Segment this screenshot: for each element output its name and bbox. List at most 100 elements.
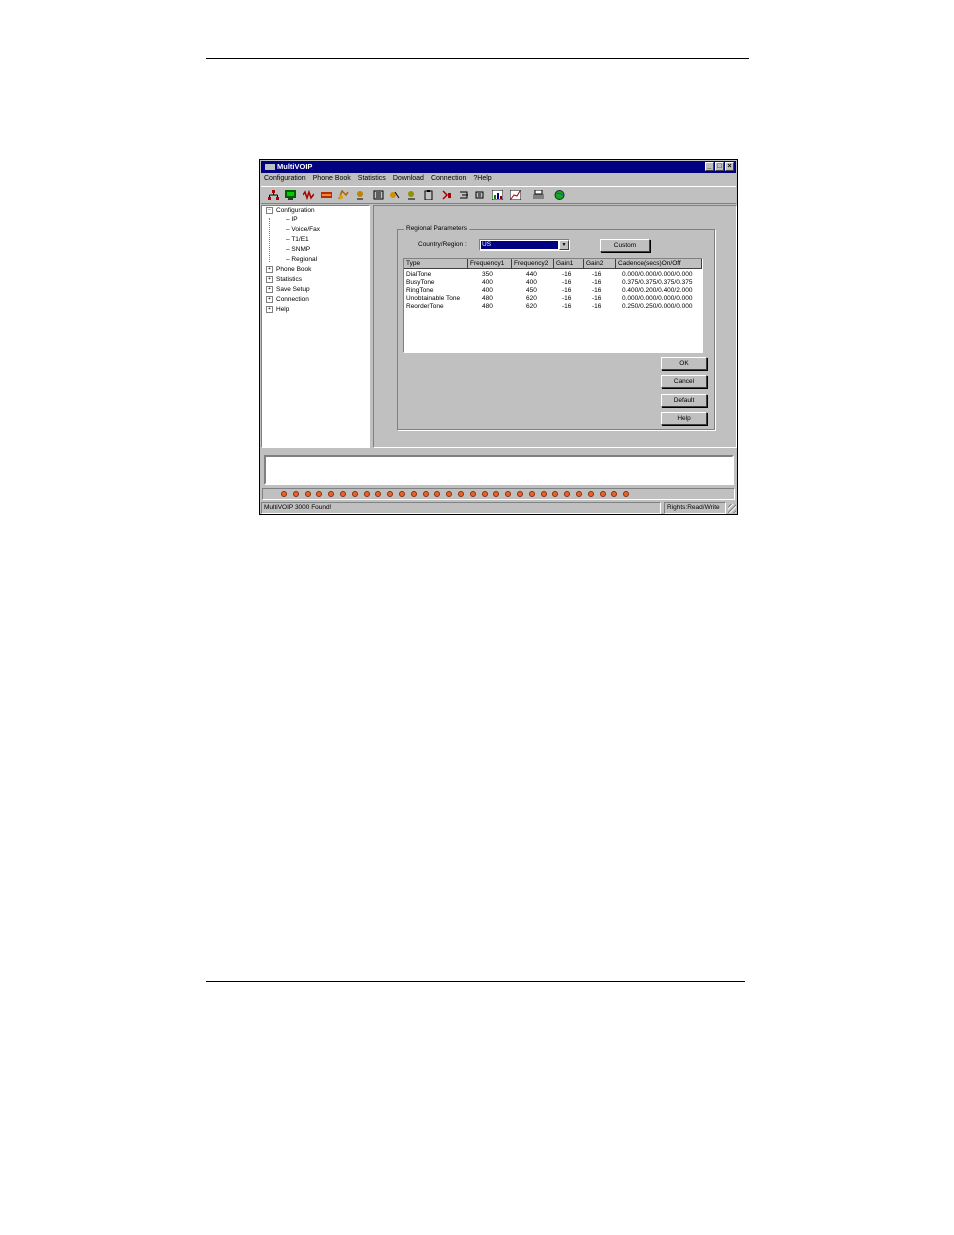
close-button[interactable]: × bbox=[725, 162, 734, 171]
expand-icon[interactable]: + bbox=[266, 275, 273, 283]
led-indicator bbox=[304, 491, 311, 497]
group-label: Regional Parameters bbox=[404, 225, 470, 232]
collapse-icon[interactable]: − bbox=[266, 206, 273, 214]
country-region-label: Country/Region : bbox=[418, 241, 467, 248]
menu-help[interactable]: ?Help bbox=[473, 175, 491, 185]
download-icon[interactable] bbox=[441, 190, 452, 200]
menu-download[interactable]: Download bbox=[393, 175, 424, 185]
tree-node-help[interactable]: + Help bbox=[266, 305, 289, 314]
led-indicator bbox=[505, 491, 512, 497]
led-indicator bbox=[292, 491, 299, 497]
menu-bar: Configuration Phone Book Statistics Down… bbox=[264, 175, 492, 185]
tree-item-t1-e1[interactable]: – T1/E1 bbox=[286, 235, 309, 244]
led-indicator bbox=[528, 491, 535, 497]
graph-icon[interactable] bbox=[510, 190, 521, 200]
waveform-icon[interactable] bbox=[303, 190, 314, 200]
phonebook-icon[interactable] bbox=[355, 190, 366, 200]
tree-label: Configuration bbox=[276, 207, 315, 214]
led-indicator bbox=[564, 491, 571, 497]
table-row[interactable]: Unobtainable Tone 480 620 -16 -16 0.000/… bbox=[404, 295, 702, 303]
menu-configuration[interactable]: Configuration bbox=[264, 175, 306, 185]
led-indicator bbox=[611, 491, 618, 497]
led-indicator bbox=[434, 491, 441, 497]
help-button[interactable]: Help bbox=[661, 412, 707, 425]
column-header[interactable]: Gain1 bbox=[554, 259, 584, 269]
tree-item-voice-fax[interactable]: – Voice/Fax bbox=[286, 225, 320, 234]
tree-node-save-setup[interactable]: + Save Setup bbox=[266, 285, 310, 294]
tree-node-configuration[interactable]: − Configuration bbox=[266, 206, 315, 215]
tree-node-phone-book[interactable]: + Phone Book bbox=[266, 265, 311, 274]
led-indicator bbox=[599, 491, 606, 497]
led-indicator bbox=[422, 491, 429, 497]
led-indicator bbox=[576, 491, 582, 497]
tree-connector bbox=[269, 218, 270, 262]
globe-icon[interactable] bbox=[554, 190, 565, 200]
status-bar: MultiVOIP 3000 Found! Rights:Read/Write bbox=[261, 502, 736, 514]
tree-node-statistics[interactable]: + Statistics bbox=[266, 275, 302, 284]
default-button[interactable]: Default bbox=[661, 394, 707, 407]
connect-icon[interactable] bbox=[458, 190, 469, 200]
custom-button[interactable]: Custom bbox=[600, 239, 650, 252]
regional-parameters-group: Regional Parameters Country/Region : US … bbox=[397, 225, 715, 430]
ok-button[interactable]: OK bbox=[661, 357, 707, 370]
country-region-select[interactable]: US ▼ bbox=[479, 239, 570, 251]
tone-table: Type Frequency1 Frequency2 Gain1 Gain2 C… bbox=[403, 258, 703, 353]
expand-icon[interactable]: + bbox=[266, 305, 273, 313]
upload-icon[interactable] bbox=[474, 190, 485, 200]
maximize-button[interactable]: □ bbox=[715, 162, 724, 171]
led-indicator bbox=[375, 491, 382, 497]
led-indicator bbox=[469, 491, 476, 497]
table-row[interactable]: ReorderTone 480 620 -16 -16 0.250/0.250/… bbox=[404, 303, 702, 311]
tree-item-snmp[interactable]: – SNMP bbox=[286, 245, 310, 254]
expand-icon[interactable]: + bbox=[266, 285, 273, 293]
app-icon bbox=[265, 164, 275, 171]
led-indicator bbox=[340, 491, 346, 497]
led-indicator bbox=[316, 491, 323, 497]
title-bar: MultiVOIP _ □ × bbox=[261, 161, 736, 173]
tree-item-ip[interactable]: – IP bbox=[286, 215, 298, 224]
chevron-down-icon[interactable]: ▼ bbox=[559, 240, 569, 250]
status-rights: Rights:Read/Write bbox=[664, 502, 726, 514]
led-indicator bbox=[351, 491, 358, 497]
led-indicator bbox=[623, 491, 630, 497]
navigation-tree: − Configuration – IP – Voice/Fax – T1/E1 … bbox=[261, 205, 370, 448]
t1-icon[interactable] bbox=[321, 190, 332, 200]
multivoip-window: MultiVOIP _ □ × Configuration Phone Book… bbox=[259, 159, 738, 515]
column-header[interactable]: Type bbox=[404, 259, 468, 269]
minimize-button[interactable]: _ bbox=[705, 162, 714, 171]
save-icon[interactable] bbox=[406, 190, 417, 200]
network-icon[interactable] bbox=[268, 190, 279, 200]
menu-phone-book[interactable]: Phone Book bbox=[313, 175, 351, 185]
expand-icon[interactable]: + bbox=[266, 265, 273, 273]
clipboard-icon[interactable] bbox=[423, 190, 434, 200]
monitor-icon[interactable] bbox=[285, 190, 296, 200]
cancel-button[interactable]: Cancel bbox=[661, 375, 707, 388]
expand-icon[interactable]: + bbox=[266, 295, 273, 303]
led-indicator bbox=[540, 491, 547, 497]
menu-statistics[interactable]: Statistics bbox=[358, 175, 386, 185]
menu-connection[interactable]: Connection bbox=[431, 175, 466, 185]
country-region-value: US bbox=[481, 241, 558, 249]
led-indicator bbox=[410, 491, 417, 497]
table-header: Type Frequency1 Frequency2 Gain1 Gain2 C… bbox=[404, 259, 702, 269]
column-header[interactable]: Frequency2 bbox=[512, 259, 554, 269]
tree-node-connection[interactable]: + Connection bbox=[266, 295, 309, 304]
column-header[interactable]: Frequency1 bbox=[468, 259, 512, 269]
snmp-icon[interactable] bbox=[338, 190, 349, 200]
led-indicator bbox=[458, 491, 464, 497]
led-indicator bbox=[399, 491, 405, 497]
chart-icon[interactable] bbox=[492, 190, 503, 200]
table-row[interactable]: DialTone 350 440 -16 -16 0.000/0.000/0.0… bbox=[404, 271, 702, 279]
table-row[interactable]: BusyTone 400 400 -16 -16 0.375/0.375/0.3… bbox=[404, 279, 702, 287]
resize-grip-icon[interactable] bbox=[728, 504, 736, 513]
tree-item-regional[interactable]: – Regional bbox=[286, 255, 317, 264]
printer-icon[interactable] bbox=[533, 190, 544, 200]
led-indicator bbox=[552, 491, 559, 497]
stats-icon[interactable] bbox=[373, 190, 384, 200]
column-header[interactable]: Gain2 bbox=[584, 259, 616, 269]
table-row[interactable]: RingTone 400 450 -16 -16 0.400/0.200/0.4… bbox=[404, 287, 702, 295]
led-indicator bbox=[446, 491, 453, 497]
column-header[interactable]: Cadence(secs)On/Off bbox=[616, 259, 702, 269]
call-icon[interactable] bbox=[389, 190, 400, 200]
led-indicator bbox=[281, 491, 287, 497]
